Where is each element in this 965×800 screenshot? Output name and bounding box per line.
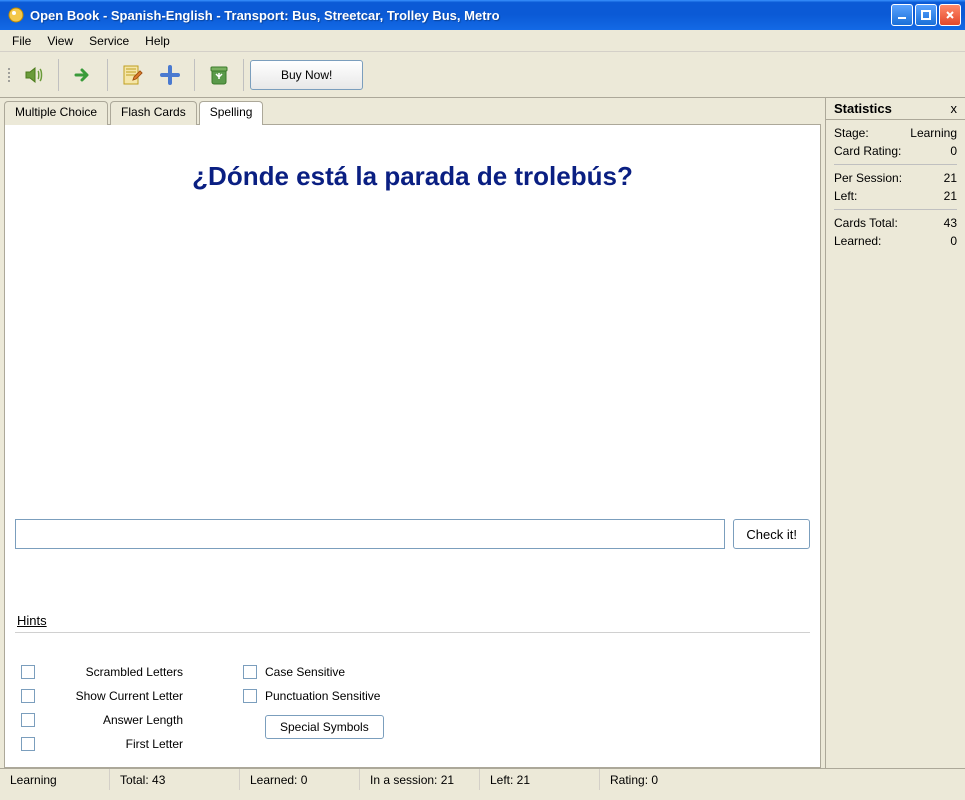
menu-view[interactable]: View: [39, 32, 81, 50]
scrambled-letters-checkbox[interactable]: [21, 665, 35, 679]
status-learned: Learned: 0: [240, 769, 360, 790]
punctuation-sensitive-label: Punctuation Sensitive: [265, 689, 380, 703]
stage-value: Learning: [910, 126, 957, 140]
status-stage: Learning: [0, 769, 110, 790]
menu-service[interactable]: Service: [81, 32, 137, 50]
answer-input[interactable]: [15, 519, 725, 549]
case-sensitive-checkbox[interactable]: [243, 665, 257, 679]
titlebar: Open Book - Spanish-English - Transport:…: [0, 0, 965, 30]
toolbar-grip: [6, 57, 12, 93]
first-letter-checkbox[interactable]: [21, 737, 35, 751]
card-rating-value: 0: [950, 144, 957, 158]
toolbar-separator: [107, 59, 108, 91]
toolbar-separator: [243, 59, 244, 91]
first-letter-label: First Letter: [43, 737, 183, 751]
case-sensitive-label: Case Sensitive: [265, 665, 345, 679]
next-button[interactable]: [65, 57, 101, 93]
toolbar-separator: [194, 59, 195, 91]
statistics-close-button[interactable]: x: [951, 101, 958, 116]
per-session-label: Per Session:: [834, 171, 902, 185]
app-icon: [8, 7, 24, 23]
left-value: 21: [944, 189, 957, 203]
learned-label: Learned:: [834, 234, 881, 248]
sound-button[interactable]: [16, 57, 52, 93]
per-session-value: 21: [944, 171, 957, 185]
toolbar: Buy Now!: [0, 52, 965, 98]
question-text: ¿Dónde está la parada de trolebús?: [15, 161, 810, 192]
minimize-button[interactable]: [891, 4, 913, 26]
hints-body: Scrambled Letters Show Current Letter An…: [15, 635, 810, 757]
main-area: Multiple Choice Flash Cards Spelling ¿Dó…: [0, 98, 825, 768]
statistics-panel: Statistics x Stage: Learning Card Rating:…: [825, 98, 965, 768]
maximize-button[interactable]: [915, 4, 937, 26]
status-rating: Rating: 0: [600, 769, 965, 790]
answer-length-label: Answer Length: [43, 713, 183, 727]
toolbar-separator: [58, 59, 59, 91]
punctuation-sensitive-checkbox[interactable]: [243, 689, 257, 703]
tab-multiple-choice[interactable]: Multiple Choice: [4, 101, 108, 125]
show-current-letter-checkbox[interactable]: [21, 689, 35, 703]
statusbar: Learning Total: 43 Learned: 0 In a sessi…: [0, 768, 965, 790]
stage-label: Stage:: [834, 126, 869, 140]
scrambled-letters-label: Scrambled Letters: [43, 665, 183, 679]
menubar: File View Service Help: [0, 30, 965, 52]
recycle-button[interactable]: [201, 57, 237, 93]
status-total: Total: 43: [110, 769, 240, 790]
edit-button[interactable]: [114, 57, 150, 93]
check-button[interactable]: Check it!: [733, 519, 810, 549]
left-label: Left:: [834, 189, 857, 203]
window-controls: [891, 4, 961, 26]
tabstrip: Multiple Choice Flash Cards Spelling: [4, 100, 821, 124]
buy-now-button[interactable]: Buy Now!: [250, 60, 363, 90]
hints-header[interactable]: Hints: [15, 609, 810, 633]
menu-help[interactable]: Help: [137, 32, 178, 50]
add-button[interactable]: [152, 57, 188, 93]
show-current-letter-label: Show Current Letter: [43, 689, 183, 703]
menu-file[interactable]: File: [4, 32, 39, 50]
tab-flash-cards[interactable]: Flash Cards: [110, 101, 197, 125]
learned-value: 0: [950, 234, 957, 248]
tab-spelling[interactable]: Spelling: [199, 101, 264, 125]
answer-length-checkbox[interactable]: [21, 713, 35, 727]
window-title: Open Book - Spanish-English - Transport:…: [28, 8, 891, 23]
close-button[interactable]: [939, 4, 961, 26]
status-in-session: In a session: 21: [360, 769, 480, 790]
cards-total-label: Cards Total:: [834, 216, 898, 230]
status-left: Left: 21: [480, 769, 600, 790]
special-symbols-button[interactable]: Special Symbols: [265, 715, 384, 739]
card-rating-label: Card Rating:: [834, 144, 901, 158]
cards-total-value: 43: [944, 216, 957, 230]
statistics-title: Statistics: [834, 101, 892, 116]
spelling-panel: ¿Dónde está la parada de trolebús? Check…: [4, 124, 821, 768]
